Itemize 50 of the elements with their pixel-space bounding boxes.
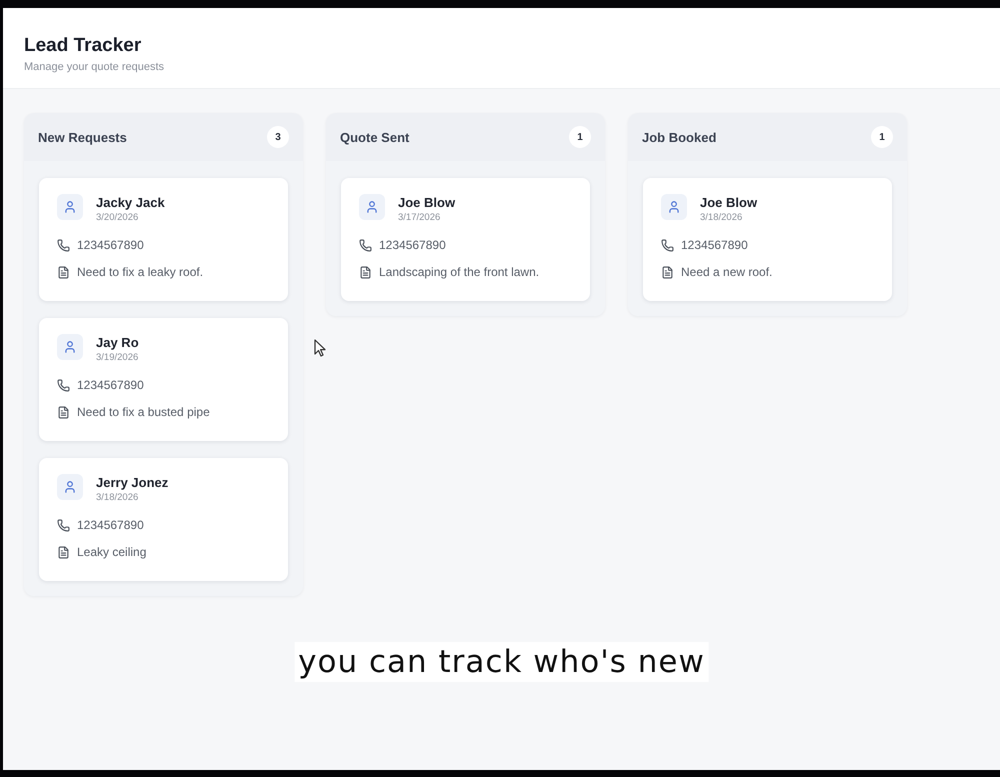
document-icon bbox=[661, 266, 674, 278]
lead-card[interactable]: Jacky Jack 3/20/2026 1234567890 Need to fix a leaky roof. bbox=[39, 178, 288, 301]
lead-date: 3/18/2026 bbox=[700, 211, 744, 224]
column-title: Quote Sent bbox=[340, 130, 410, 144]
lead-card[interactable]: Jerry Jonez 3/18/2026 1234567890 Leaky ceiling bbox=[39, 458, 288, 581]
lead-phone: 1234567890 bbox=[77, 237, 144, 254]
lead-note: Landscaping of the front lawn. bbox=[379, 264, 540, 281]
phone-icon bbox=[359, 238, 372, 252]
person-icon bbox=[57, 334, 83, 360]
phone-icon bbox=[57, 238, 70, 252]
count-badge: 1 bbox=[871, 126, 893, 148]
document-icon bbox=[57, 406, 70, 418]
lead-phone: 1234567890 bbox=[379, 237, 446, 254]
lead-name: Jacky Jack bbox=[96, 195, 165, 211]
lead-name: Joe Blow bbox=[398, 195, 456, 211]
lead-date: 3/17/2026 bbox=[398, 211, 442, 224]
lead-note: Need to fix a busted pipe bbox=[77, 404, 210, 421]
video-caption: you can track who's new bbox=[294, 642, 709, 682]
lead-card[interactable]: Joe Blow 3/18/2026 1234567890 Need a new roof. bbox=[643, 178, 892, 301]
mouse-pointer-icon bbox=[314, 339, 326, 357]
count-badge: 1 bbox=[569, 126, 591, 148]
lead-date: 3/18/2026 bbox=[96, 491, 140, 504]
person-icon bbox=[359, 194, 385, 220]
lead-name: Jerry Jonez bbox=[96, 475, 168, 491]
lead-note: Leaky ceiling bbox=[77, 544, 146, 561]
page-subtitle: Manage your quote requests bbox=[24, 60, 166, 74]
lead-phone: 1234567890 bbox=[77, 517, 144, 534]
person-icon bbox=[661, 194, 687, 220]
phone-icon bbox=[57, 378, 70, 392]
lead-date: 3/19/2026 bbox=[96, 351, 139, 364]
column-title: New Requests bbox=[38, 130, 127, 144]
lead-date: 3/20/2026 bbox=[96, 211, 140, 224]
person-icon bbox=[57, 474, 83, 500]
person-icon bbox=[57, 194, 83, 220]
lead-name: Jay Ro bbox=[96, 335, 139, 351]
lead-phone: 1234567890 bbox=[77, 377, 144, 394]
phone-icon bbox=[57, 518, 70, 532]
lead-name: Joe Blow bbox=[700, 195, 758, 211]
column-title: Job Booked bbox=[642, 130, 716, 144]
page-title: Lead Tracker bbox=[24, 35, 142, 57]
lead-note: Need to fix a leaky roof. bbox=[77, 264, 204, 281]
count-badge: 3 bbox=[267, 126, 289, 148]
lead-card[interactable]: Jay Ro 3/19/2026 1234567890 Need to fix a busted pipe bbox=[39, 318, 288, 441]
lead-note: Need a new roof. bbox=[681, 264, 772, 281]
document-icon bbox=[57, 266, 70, 278]
lead-card[interactable]: Joe Blow 3/17/2026 1234567890 Landscaping of the front lawn. bbox=[341, 178, 590, 301]
document-icon bbox=[57, 546, 70, 558]
lead-phone: 1234567890 bbox=[681, 237, 748, 254]
document-icon bbox=[359, 266, 372, 278]
phone-icon bbox=[661, 238, 674, 252]
